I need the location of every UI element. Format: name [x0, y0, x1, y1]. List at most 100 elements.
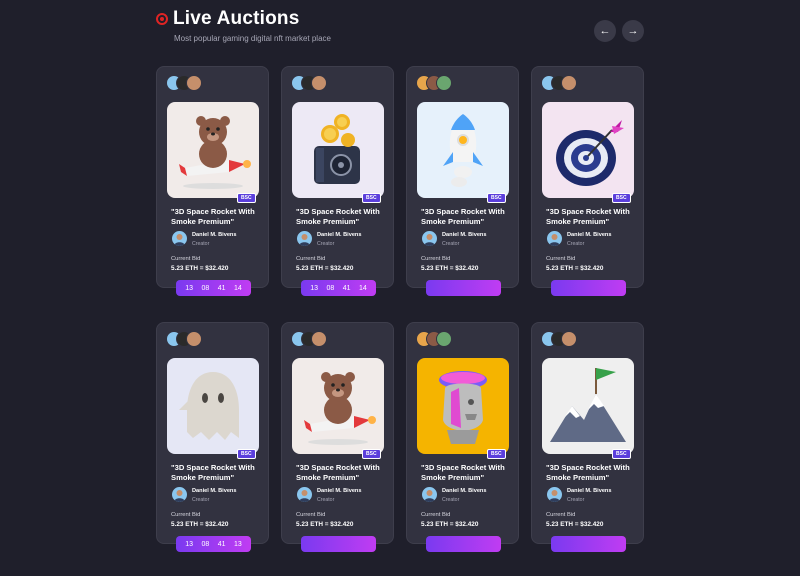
- owner-avatar[interactable]: [561, 75, 577, 91]
- creator-role: Creator: [567, 241, 585, 247]
- owner-avatars: [166, 75, 226, 91]
- section-header: Live Auctions Most popular gaming digita…: [155, 8, 645, 48]
- creator-avatar[interactable]: [547, 231, 562, 246]
- card-title: "3D Space Rocket With Smoke Premium": [546, 207, 630, 226]
- creator-role: Creator: [317, 497, 335, 503]
- owner-avatar[interactable]: [561, 331, 577, 347]
- chain-badge: BSC: [362, 193, 381, 203]
- live-indicator-icon: [156, 13, 168, 25]
- countdown-segment: 14: [233, 284, 242, 292]
- bid-label: Current Bid: [296, 512, 326, 518]
- chain-badge: BSC: [362, 449, 381, 459]
- nft-artwork-coin-safe[interactable]: [292, 102, 384, 198]
- chain-badge: BSC: [237, 193, 256, 203]
- auction-card[interactable]: BSC "3D Space Rocket With Smoke Premium" D…: [281, 66, 394, 296]
- prev-button[interactable]: ←: [594, 20, 616, 42]
- auction-card[interactable]: BSC "3D Space Rocket With Smoke Premium" D…: [156, 322, 269, 552]
- owner-avatars: [416, 331, 476, 347]
- nft-artwork-teddy-bear-rocket[interactable]: [167, 102, 259, 198]
- card-title: "3D Space Rocket With Smoke Premium": [546, 463, 630, 482]
- creator-role: Creator: [192, 241, 210, 247]
- creator-name[interactable]: Daniel M. Bivens: [317, 488, 361, 494]
- countdown-segment: 08: [326, 284, 335, 292]
- creator-role: Creator: [567, 497, 585, 503]
- creator-avatar[interactable]: [297, 231, 312, 246]
- bid-label: Current Bid: [171, 512, 201, 518]
- owner-avatar[interactable]: [436, 331, 452, 347]
- creator-name[interactable]: Daniel M. Bivens: [192, 488, 236, 494]
- nft-artwork-mountain-flag[interactable]: [542, 358, 634, 454]
- bid-value: 5.23 ETH = $32.420: [421, 265, 479, 272]
- auction-card[interactable]: BSC "3D Space Rocket With Smoke Premium" D…: [281, 322, 394, 552]
- countdown-timer[interactable]: [551, 280, 626, 296]
- countdown-timer[interactable]: 13 08 41 13: [176, 536, 251, 552]
- auction-card[interactable]: BSC "3D Space Rocket With Smoke Premium" D…: [156, 66, 269, 296]
- creator-name[interactable]: Daniel M. Bivens: [567, 232, 611, 238]
- card-title: "3D Space Rocket With Smoke Premium": [296, 207, 380, 226]
- bid-value: 5.23 ETH = $32.420: [546, 521, 604, 528]
- nft-artwork-statue-head[interactable]: [417, 358, 509, 454]
- owner-avatars: [416, 75, 476, 91]
- chain-badge: BSC: [612, 449, 631, 459]
- creator-name[interactable]: Daniel M. Bivens: [567, 488, 611, 494]
- bid-value: 5.23 ETH = $32.420: [296, 265, 354, 272]
- bid-label: Current Bid: [546, 256, 576, 262]
- auction-card[interactable]: BSC "3D Space Rocket With Smoke Premium" D…: [531, 66, 644, 296]
- auction-card[interactable]: BSC "3D Space Rocket With Smoke Premium" D…: [406, 66, 519, 296]
- bid-value: 5.23 ETH = $32.420: [171, 521, 229, 528]
- bid-value: 5.23 ETH = $32.420: [421, 521, 479, 528]
- arrow-left-icon: ←: [599, 25, 611, 37]
- creator-role: Creator: [442, 241, 460, 247]
- owner-avatar[interactable]: [311, 75, 327, 91]
- owner-avatar[interactable]: [186, 331, 202, 347]
- nft-artwork-rocket[interactable]: [417, 102, 509, 198]
- next-button[interactable]: →: [622, 20, 644, 42]
- creator-name[interactable]: Daniel M. Bivens: [442, 232, 486, 238]
- countdown-segment: 13: [185, 540, 194, 548]
- chain-badge: BSC: [612, 193, 631, 203]
- countdown-segment: 13: [185, 284, 194, 292]
- owner-avatars: [291, 331, 351, 347]
- creator-name[interactable]: Daniel M. Bivens: [192, 232, 236, 238]
- bid-label: Current Bid: [421, 256, 451, 262]
- creator-role: Creator: [192, 497, 210, 503]
- arrow-right-icon: →: [627, 25, 639, 37]
- bid-value: 5.23 ETH = $32.420: [171, 265, 229, 272]
- countdown-timer[interactable]: [426, 280, 501, 296]
- countdown-timer[interactable]: 13 08 41 14: [301, 280, 376, 296]
- bid-value: 5.23 ETH = $32.420: [546, 265, 604, 272]
- nft-artwork-ghost[interactable]: [167, 358, 259, 454]
- creator-avatar[interactable]: [422, 231, 437, 246]
- chain-badge: BSC: [237, 449, 256, 459]
- countdown-segment: 13: [233, 540, 242, 548]
- owner-avatar[interactable]: [436, 75, 452, 91]
- section-subtitle: Most popular gaming digital nft market p…: [174, 34, 331, 43]
- owner-avatar[interactable]: [186, 75, 202, 91]
- bid-value: 5.23 ETH = $32.420: [296, 521, 354, 528]
- countdown-timer[interactable]: [426, 536, 501, 552]
- creator-name[interactable]: Daniel M. Bivens: [442, 488, 486, 494]
- owner-avatars: [166, 331, 226, 347]
- owner-avatars: [541, 75, 601, 91]
- creator-avatar[interactable]: [547, 487, 562, 502]
- countdown-timer[interactable]: [551, 536, 626, 552]
- auction-card[interactable]: BSC "3D Space Rocket With Smoke Premium" D…: [406, 322, 519, 552]
- creator-avatar[interactable]: [422, 487, 437, 502]
- bid-label: Current Bid: [171, 256, 201, 262]
- countdown-timer[interactable]: [301, 536, 376, 552]
- creator-avatar[interactable]: [172, 231, 187, 246]
- owner-avatar[interactable]: [311, 331, 327, 347]
- card-title: "3D Space Rocket With Smoke Premium": [171, 463, 255, 482]
- owner-avatars: [291, 75, 351, 91]
- nft-artwork-dart-target[interactable]: [542, 102, 634, 198]
- nft-artwork-teddy-bear-rocket[interactable]: [292, 358, 384, 454]
- bid-label: Current Bid: [296, 256, 326, 262]
- creator-avatar[interactable]: [297, 487, 312, 502]
- creator-avatar[interactable]: [172, 487, 187, 502]
- creator-role: Creator: [442, 497, 460, 503]
- card-title: "3D Space Rocket With Smoke Premium": [421, 207, 505, 226]
- countdown-timer[interactable]: 13 08 41 14: [176, 280, 251, 296]
- countdown-segment: 41: [342, 284, 351, 292]
- creator-name[interactable]: Daniel M. Bivens: [317, 232, 361, 238]
- auction-card[interactable]: BSC "3D Space Rocket With Smoke Premium" D…: [531, 322, 644, 552]
